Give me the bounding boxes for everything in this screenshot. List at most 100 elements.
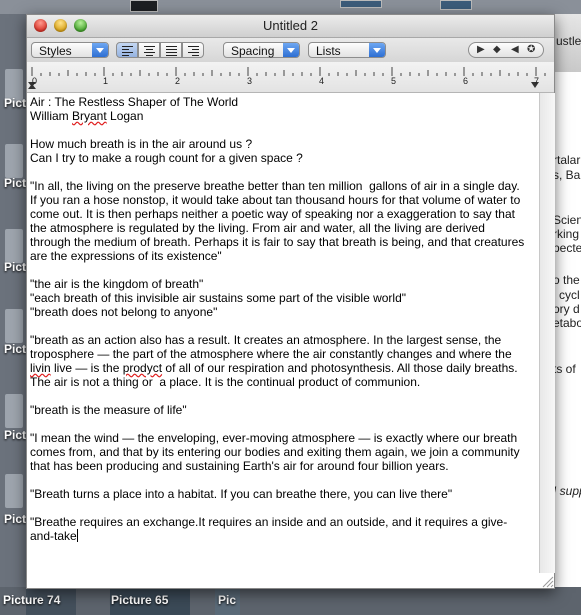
- background-window-text: o the: [553, 273, 580, 287]
- desktop-icon-label[interactable]: Pict: [4, 342, 26, 356]
- desktop-icon-label[interactable]: Pict: [4, 96, 26, 110]
- align-center-icon: [144, 46, 155, 58]
- ruler-number: 4: [319, 76, 325, 86]
- chevron-down-icon: [92, 43, 108, 57]
- vertical-scrollbar[interactable]: [539, 93, 555, 573]
- left-tab-icon[interactable]: ▶: [477, 43, 485, 57]
- desktop-file-icon[interactable]: [5, 309, 23, 343]
- center-tab-icon[interactable]: ◆: [493, 43, 501, 57]
- document-text-area[interactable]: Air : The Restless Shaper of The World W…: [27, 93, 539, 587]
- desktop-icon-label[interactable]: Pic: [218, 593, 236, 607]
- background-window-text: ory d: [553, 302, 580, 316]
- ruler-number: 1: [103, 76, 109, 86]
- ruler-number: 0: [32, 76, 38, 86]
- desktop-icon-label[interactable]: Pict: [4, 512, 26, 526]
- background-window-text: Scien: [553, 213, 581, 227]
- align-center-button[interactable]: [138, 42, 160, 58]
- background-window-text: ts of: [553, 362, 576, 376]
- align-right-icon: [188, 46, 199, 58]
- doc-line: come out. It is then perhaps neither a p…: [30, 207, 515, 221]
- doc-line: and-take: [30, 529, 78, 543]
- doc-line: "breath as an action also has a result. …: [30, 333, 502, 347]
- background-window-text: ustle: [556, 34, 581, 48]
- styles-popup-label: Styles: [39, 44, 72, 58]
- misspelled-word: prodyct: [122, 361, 163, 375]
- doc-line: livin live — is the prodyct of all of ou…: [30, 361, 518, 375]
- doc-line: "each breath of this invisible air susta…: [30, 291, 407, 305]
- doc-line: are the expressions of its existence": [30, 249, 222, 263]
- doc-line: Can I try to make a rough count for a gi…: [30, 151, 303, 165]
- align-left-icon: [122, 46, 133, 58]
- doc-line: "breath does not belong to anyone": [30, 305, 218, 319]
- justify-icon: [166, 46, 177, 58]
- misspelled-word: Bryant: [72, 109, 107, 123]
- tab-stops-control[interactable]: ▶ ◆ ◀ ✪: [468, 42, 544, 58]
- textedit-window[interactable]: Untitled 2 Styles Spacing Lists ▶ ◆ ◀ ✪ …: [26, 14, 555, 589]
- desktop-thumbnail[interactable]: [130, 0, 158, 12]
- doc-line: If you ran a hose nonstop, it would take…: [30, 193, 521, 207]
- doc-line: "breath is the measure of life": [30, 403, 187, 417]
- align-right-button[interactable]: [182, 42, 204, 58]
- chevron-down-icon: [369, 43, 385, 57]
- decimal-tab-icon[interactable]: ✪: [527, 43, 535, 57]
- right-tab-icon[interactable]: ◀: [511, 43, 519, 57]
- doc-line: The air is not a thing or a place. It is…: [30, 375, 421, 389]
- desktop-thumbnail[interactable]: [440, 0, 472, 10]
- spacing-popup[interactable]: Spacing: [223, 42, 300, 58]
- doc-line: troposphere — the part of the atmosphere…: [30, 347, 512, 361]
- desktop-file-icon[interactable]: [5, 229, 23, 263]
- desktop-icon-label[interactable]: Picture 65: [111, 593, 168, 607]
- doc-line: "Breathe requires an exchange.It require…: [30, 515, 508, 529]
- doc-line: "the air is the kingdom of breath": [30, 277, 204, 291]
- ruler-number: 7: [534, 76, 540, 86]
- doc-text: William: [30, 109, 72, 123]
- ruler-number: 5: [391, 76, 397, 86]
- doc-line: "I mean the wind — the enveloping, ever-…: [30, 431, 518, 445]
- doc-line: comes from, and that by its entering our…: [30, 445, 520, 459]
- window-title: Untitled 2: [263, 18, 318, 33]
- ruler-number: 2: [175, 76, 181, 86]
- styles-popup[interactable]: Styles: [31, 42, 109, 58]
- desktop-file-icon[interactable]: [5, 144, 23, 178]
- text-caret: [76, 529, 78, 542]
- background-window-text: l cycl: [553, 288, 580, 302]
- desktop-bottom-row: [0, 587, 581, 615]
- doc-line: Air : The Restless Shaper of The World: [30, 95, 239, 109]
- doc-text: and-take: [30, 529, 77, 543]
- background-window-text: pecte: [553, 241, 581, 255]
- desktop-icon-label[interactable]: Pict: [4, 260, 26, 274]
- lists-popup-label: Lists: [316, 44, 341, 58]
- background-window-text: I supp: [553, 484, 581, 498]
- ruler[interactable]: 0 1 2 3 4 5 6 7: [27, 62, 554, 93]
- desktop-thumbnail[interactable]: [340, 0, 382, 8]
- doc-line: "Breath turns a place into a habitat. If…: [30, 487, 453, 501]
- chevron-down-icon: [283, 43, 299, 57]
- doc-text: live — is the: [50, 361, 123, 375]
- desktop-top-strip: [0, 0, 581, 14]
- spacing-popup-label: Spacing: [231, 44, 275, 58]
- format-toolbar: Styles Spacing Lists ▶ ◆ ◀ ✪: [27, 38, 554, 62]
- background-window[interactable]: ustle rtalar s, Ba Scien rking pecte o t…: [553, 14, 581, 587]
- misspelled-word: livin: [30, 361, 51, 375]
- doc-line: the atmosphere is regulated by the livin…: [30, 221, 485, 235]
- doc-line: that has been producing and sustaining E…: [30, 459, 449, 473]
- desktop-file-icon[interactable]: [5, 394, 23, 428]
- desktop-file-icon[interactable]: [5, 474, 23, 508]
- justify-button[interactable]: [160, 42, 182, 58]
- ruler-number: 6: [463, 76, 469, 86]
- doc-text: Logan: [106, 109, 144, 123]
- desktop-icon-label[interactable]: Pict: [4, 176, 26, 190]
- title-bar[interactable]: Untitled 2: [27, 15, 554, 38]
- background-window-text: rtalar: [553, 153, 581, 167]
- background-window-text: s, Ba: [553, 168, 581, 182]
- doc-line: William Bryant Logan: [30, 109, 143, 123]
- desktop-icon-label[interactable]: Picture 74: [3, 593, 60, 607]
- align-left-button[interactable]: [116, 42, 138, 58]
- desktop-icon-label[interactable]: Pict: [4, 428, 26, 442]
- resize-grip-icon[interactable]: [539, 573, 554, 588]
- doc-line: through the medium of breath. Perhaps it…: [30, 235, 525, 249]
- doc-text: of all of our respiration and photosynth…: [162, 361, 518, 375]
- doc-line: How much breath is in the air around us …: [30, 137, 253, 151]
- lists-popup[interactable]: Lists: [308, 42, 386, 58]
- background-window-text: rking: [553, 227, 580, 241]
